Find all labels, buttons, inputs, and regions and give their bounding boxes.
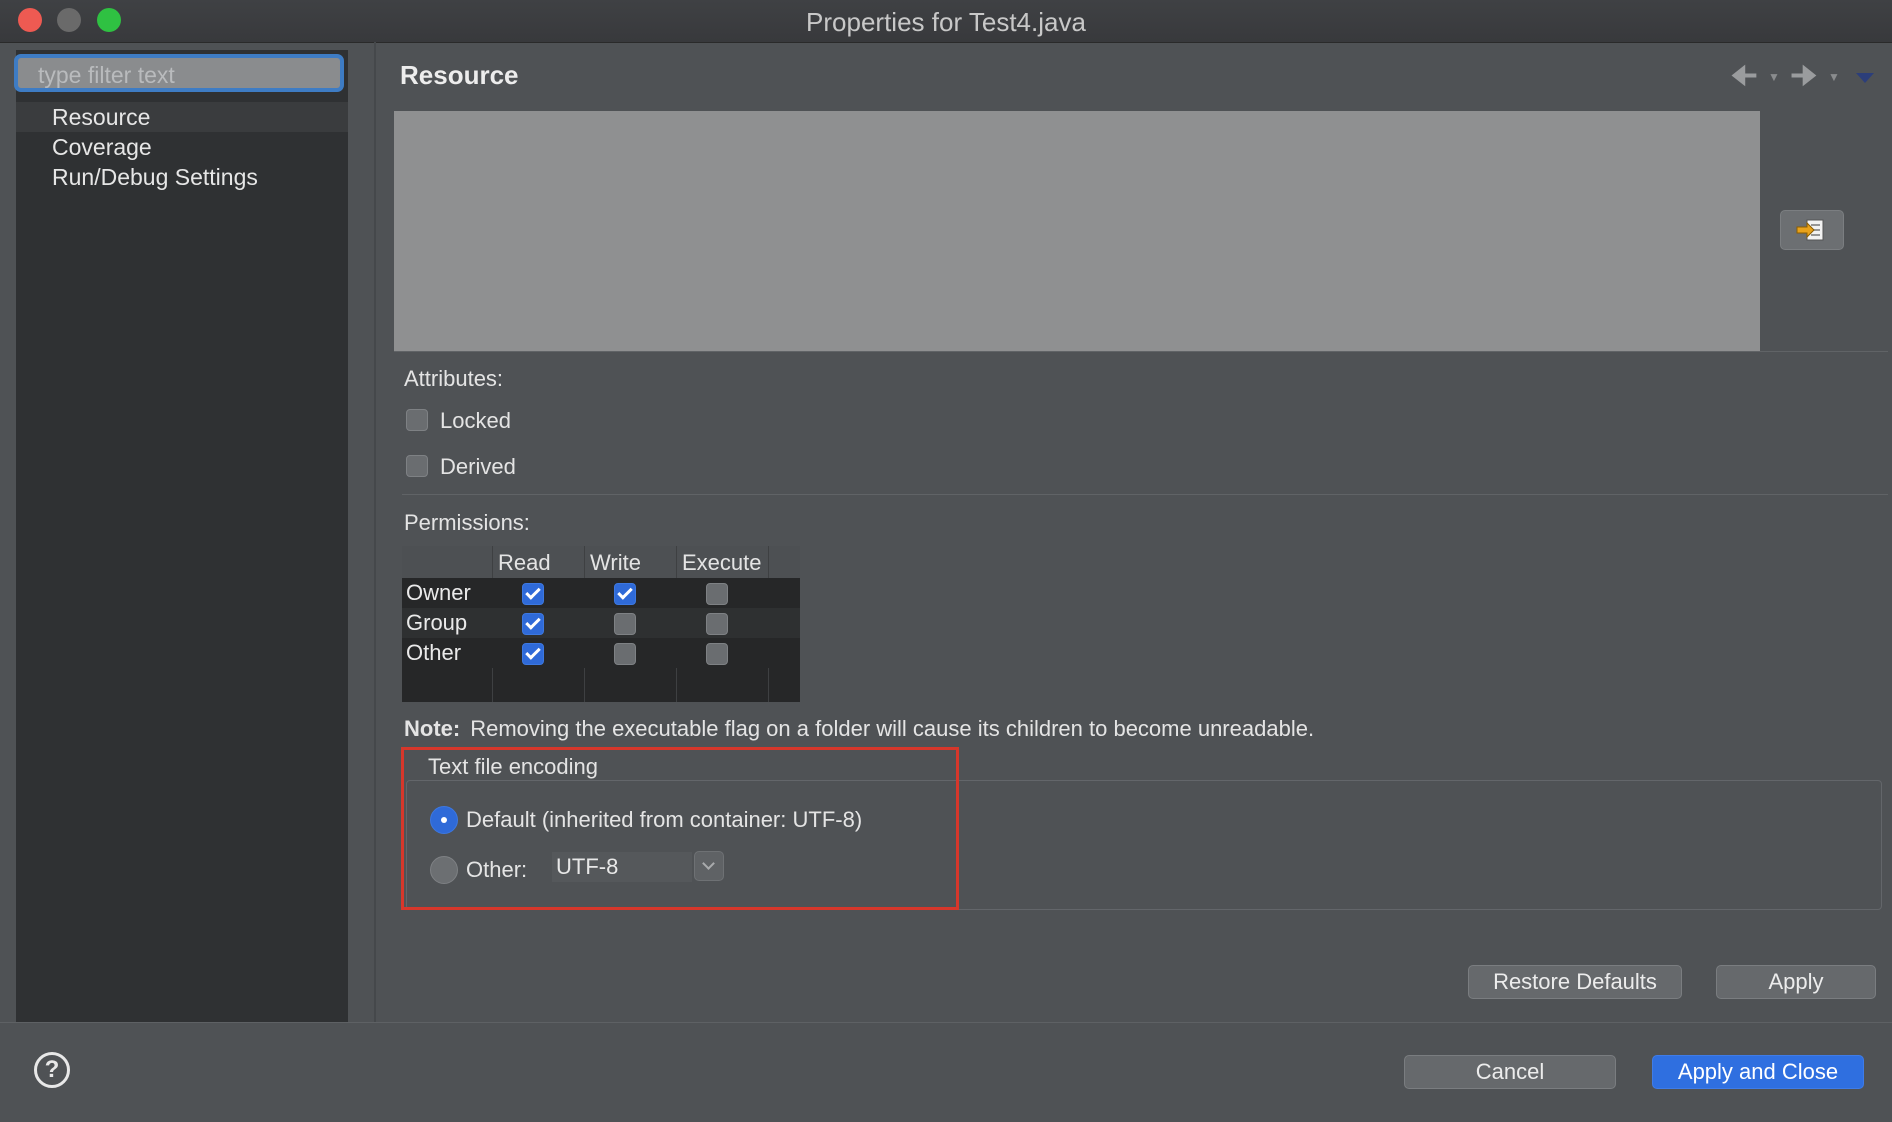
group-read-checkbox[interactable] [522, 613, 544, 635]
show-in-system-explorer-button[interactable] [1780, 210, 1844, 250]
sidebar-item-run-debug-settings[interactable]: Run/Debug Settings [16, 162, 348, 192]
derived-label[interactable]: Derived [440, 454, 516, 480]
group-execute-checkbox[interactable] [706, 613, 728, 635]
arrow-left-icon[interactable]: 🠈 [1730, 62, 1758, 92]
other-read-checkbox[interactable] [522, 643, 544, 665]
properties-dialog: Properties for Test4.java type filter te… [0, 0, 1892, 1122]
locked-label[interactable]: Locked [440, 408, 511, 434]
other-write-checkbox[interactable] [614, 643, 636, 665]
forward-history-dropdown-icon[interactable]: ▼ [1828, 70, 1840, 84]
table-header: Read Write Execute [402, 546, 800, 578]
help-icon[interactable]: ? [34, 1052, 70, 1088]
window-title: Properties for Test4.java [806, 7, 1086, 37]
column-header-execute: Execute [682, 550, 762, 575]
row-label-other: Other [406, 640, 462, 665]
back-history-dropdown-icon[interactable]: ▼ [1768, 70, 1780, 84]
row-label-group: Group [406, 610, 468, 635]
view-menu-icon[interactable] [1856, 73, 1874, 83]
group-write-checkbox[interactable] [614, 613, 636, 635]
note-message: Removing the executable flag on a folder… [470, 716, 1315, 741]
divider [402, 494, 1888, 495]
cancel-button[interactable]: Cancel [1404, 1055, 1616, 1089]
resource-info-area [394, 111, 1760, 351]
restore-defaults-button[interactable]: Restore Defaults [1468, 965, 1682, 999]
table-row-group: Group [402, 608, 800, 638]
row-label-owner: Owner [406, 580, 471, 605]
sidebar-panel [16, 50, 348, 1022]
annotation-highlight-box [401, 747, 959, 910]
page-title: Resource [400, 60, 519, 90]
column-header-read: Read [498, 550, 551, 575]
owner-write-checkbox[interactable] [614, 583, 636, 605]
table-row-other: Other [402, 638, 800, 668]
table-row-owner: Owner [402, 578, 800, 608]
footer-divider [0, 1022, 1892, 1023]
owner-execute-checkbox[interactable] [706, 583, 728, 605]
splitter[interactable] [374, 42, 376, 1022]
locked-checkbox[interactable] [406, 409, 428, 431]
open-in-explorer-icon [1796, 219, 1824, 241]
note-text: Note: Removing the executable flag on a f… [404, 716, 1314, 742]
permissions-table: Read Write Execute Owner Group Other [402, 546, 800, 702]
derived-checkbox[interactable] [406, 455, 428, 477]
filter-input[interactable]: type filter text [14, 54, 344, 92]
divider [394, 351, 1888, 352]
owner-read-checkbox[interactable] [522, 583, 544, 605]
sidebar-nav: Resource Coverage Run/Debug Settings [16, 102, 348, 192]
sidebar-item-resource[interactable]: Resource [16, 102, 348, 132]
sidebar-item-coverage[interactable]: Coverage [16, 132, 348, 162]
column-header-write: Write [590, 550, 641, 575]
attributes-label: Attributes: [404, 366, 504, 391]
apply-button[interactable]: Apply [1716, 965, 1876, 999]
other-execute-checkbox[interactable] [706, 643, 728, 665]
note-label: Note: [404, 716, 461, 741]
permissions-label: Permissions: [404, 510, 530, 535]
arrow-right-icon[interactable]: 🠊 [1790, 62, 1818, 92]
apply-and-close-button[interactable]: Apply and Close [1652, 1055, 1864, 1089]
title-bar: Properties for Test4.java [0, 0, 1892, 43]
